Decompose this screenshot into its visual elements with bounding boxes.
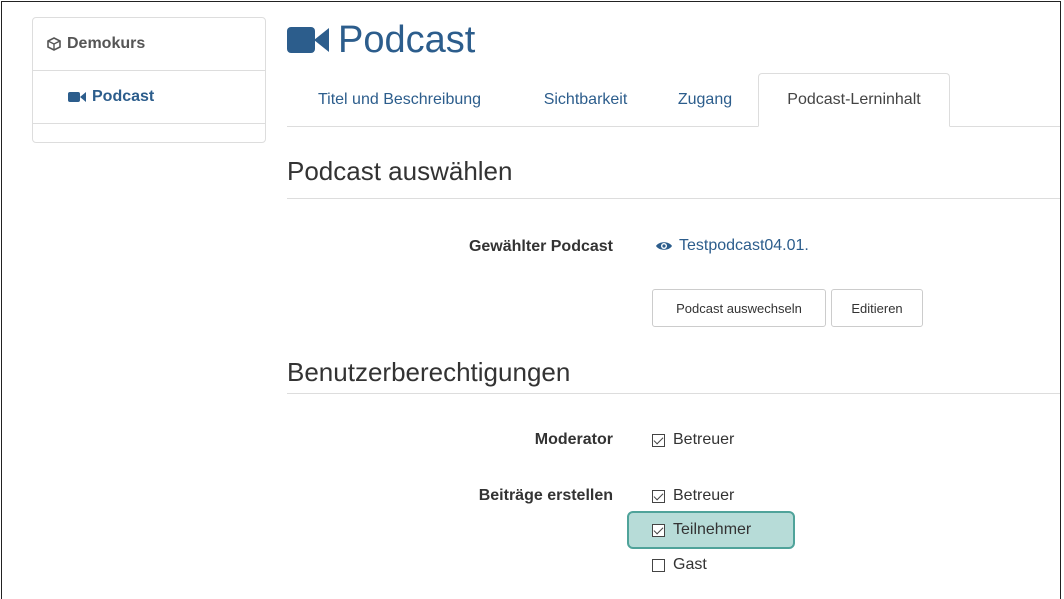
selected-podcast-link[interactable]: Testpodcast04.01. (655, 237, 809, 255)
course-navigation: Demokurs Podcast (32, 17, 266, 143)
checkbox-label: Teilnehmer (673, 521, 752, 538)
cube-icon (47, 37, 61, 51)
sidebar-item-course[interactable]: Demokurs (33, 18, 265, 71)
checkbox-box[interactable] (652, 433, 665, 447)
replace-podcast-button[interactable]: Podcast auswechseln (652, 289, 826, 327)
eye-icon (656, 242, 672, 250)
posts-betreuer-checkbox[interactable]: Betreuer (652, 487, 734, 505)
tab-podcast-content[interactable]: Podcast-Lerninhalt (758, 73, 950, 127)
section-title-podcast: Podcast auswählen (287, 156, 1060, 199)
page-title-text: Podcast (338, 18, 476, 61)
tab-visibility[interactable]: Sichtbarkeit (524, 73, 647, 127)
checkbox-label: Gast (673, 556, 707, 573)
video-camera-icon (68, 92, 86, 102)
create-posts-label: Beiträge erstellen (478, 487, 613, 504)
checkbox-box[interactable] (652, 523, 665, 537)
section-title-permissions: Benutzerberechtigungen (287, 357, 1060, 394)
tab-title-description[interactable]: Titel und Beschreibung (287, 73, 512, 127)
sidebar-item-label: Demokurs (67, 35, 146, 52)
posts-gast-checkbox[interactable]: Gast (652, 556, 707, 574)
video-camera-icon (287, 27, 329, 53)
tab-bar: Titel und Beschreibung Sichtbarkeit Zuga… (287, 73, 1060, 127)
selected-podcast-label: Gewählter Podcast (468, 238, 613, 255)
checkbox-label: Betreuer (673, 431, 735, 448)
moderator-label: Moderator (534, 431, 613, 448)
sidebar-item-podcast[interactable]: Podcast (33, 71, 265, 124)
sidebar-item-label: Podcast (92, 88, 155, 105)
edit-button[interactable]: Editieren (831, 289, 923, 327)
checkbox-box[interactable] (652, 489, 665, 503)
tab-access[interactable]: Zugang (664, 73, 746, 127)
page-title: Podcast (287, 18, 475, 62)
checkbox-label: Betreuer (673, 487, 735, 504)
selected-podcast-name: Testpodcast04.01. (679, 237, 809, 254)
checkbox-box[interactable] (652, 558, 665, 572)
posts-teilnehmer-checkbox[interactable]: Teilnehmer (652, 521, 751, 539)
moderator-betreuer-checkbox[interactable]: Betreuer (652, 431, 734, 449)
